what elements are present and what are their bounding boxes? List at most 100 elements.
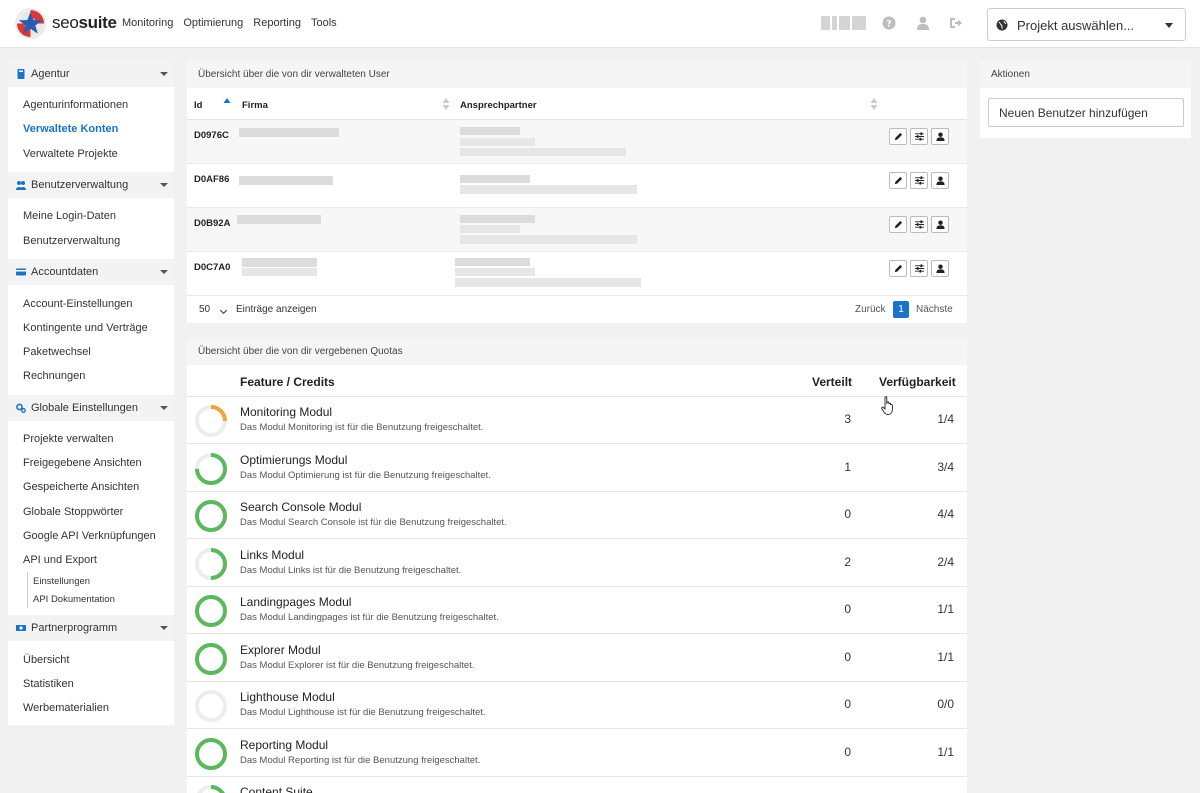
quota-desc: Das Modul Monitoring ist für die Benutzu… [240, 422, 484, 433]
edit-button[interactable] [889, 172, 907, 189]
table-row[interactable]: D0976C [187, 120, 967, 164]
quota-row: Search Console Modul Das Modul Search Con… [187, 492, 967, 539]
quota-row: Explorer Modul Das Modul Explorer ist für… [187, 635, 967, 682]
quota-settings-button[interactable] [910, 216, 928, 233]
actions-panel: Aktionen Neuen Benutzer hinzufügen [980, 61, 1191, 138]
login-as-user-button[interactable] [931, 216, 949, 233]
users-icon [16, 181, 26, 190]
sidebar-subitem-api-dokumentation[interactable]: API Dokumentation [33, 594, 115, 605]
top-bar: seosuite Monitoring Optimierung Reportin… [0, 0, 1200, 48]
sidebar-item-uebersicht[interactable]: Übersicht [23, 654, 69, 666]
nav-optimierung[interactable]: Optimierung [183, 17, 243, 29]
project-select-label: Projekt auswählen... [1017, 18, 1135, 33]
quota-ring [195, 452, 227, 485]
sidebar-section-accountdaten[interactable]: Accountdaten [8, 259, 174, 285]
column-firma[interactable]: Firma [242, 100, 268, 111]
sidebar-item-kontingente[interactable]: Kontingente und Verträge [23, 322, 148, 334]
edit-button[interactable] [889, 216, 907, 233]
edit-button[interactable] [889, 128, 907, 145]
sidebar-item-benutzerverwaltung[interactable]: Benutzerverwaltung [23, 235, 120, 247]
sidebar-item-verwaltete-projekte[interactable]: Verwaltete Projekte [23, 148, 118, 160]
sidebar-item-globale-stoppwoerter[interactable]: Globale Stoppwörter [23, 506, 123, 518]
nav-tools[interactable]: Tools [311, 17, 337, 29]
user-id: D0AF86 [194, 174, 230, 185]
redacted-firma [242, 258, 317, 267]
project-select[interactable]: Projekt auswählen... [987, 8, 1186, 41]
table-row[interactable]: D0AF86 [187, 164, 967, 208]
edit-button[interactable] [889, 260, 907, 277]
sidebar-item-agenturinformationen[interactable]: Agenturinformationen [23, 99, 128, 111]
pagination-current[interactable]: 1 [893, 301, 909, 318]
sidebar-item-gespeicherte-ansichten[interactable]: Gespeicherte Ansichten [23, 481, 139, 493]
sidebar-item-statistiken[interactable]: Statistiken [23, 678, 74, 690]
quota-ring [195, 737, 227, 770]
sidebar-section-agentur[interactable]: Agentur [8, 61, 174, 87]
column-id[interactable]: Id [194, 100, 202, 111]
quota-row: Content Suite [187, 777, 967, 793]
login-as-user-button[interactable] [931, 260, 949, 277]
sidebar-section-globale-einstellungen[interactable]: Globale Einstellungen [8, 395, 174, 421]
redacted-contact [460, 215, 535, 223]
table-row[interactable]: D0C7A0 [187, 252, 967, 296]
nav-monitoring[interactable]: Monitoring [122, 17, 173, 29]
sort-asc-icon[interactable] [223, 97, 231, 111]
sidebar-item-projekte-verwalten[interactable]: Projekte verwalten [23, 433, 114, 445]
column-verteilt: Verteilt [812, 375, 853, 389]
nav-reporting[interactable]: Reporting [253, 17, 301, 29]
quota-desc: Das Modul Landingpages ist für die Benut… [240, 612, 499, 623]
quota-settings-button[interactable] [910, 260, 928, 277]
seosuite-logo-icon[interactable] [15, 8, 46, 39]
sidebar-item-verwaltete-konten[interactable]: Verwaltete Konten [23, 123, 118, 135]
sidebar-section-benutzerverwaltung[interactable]: Benutzerverwaltung [8, 172, 174, 198]
sidebar-item-account-einstellungen[interactable]: Account-Einstellungen [23, 298, 132, 310]
quota-distributed: 0 [844, 744, 851, 759]
table-footer: 50 Einträge anzeigen Zurück 1 Nächste [187, 297, 967, 323]
column-verfuegbarkeit: Verfügbarkeit [879, 375, 956, 389]
sort-icon[interactable] [442, 97, 450, 111]
column-ansprechpartner[interactable]: Ansprechpartner [460, 100, 537, 111]
sidebar-section-partnerprogramm[interactable]: Partnerprogramm [8, 615, 174, 641]
quota-desc: Das Modul Links ist für die Benutzung fr… [240, 564, 462, 576]
user-icon[interactable] [916, 16, 930, 30]
quota-availability: 0/0 [937, 697, 954, 711]
sidebar-item-api-und-export[interactable]: API und Export [23, 554, 97, 566]
chevron-down-icon [160, 183, 168, 187]
quota-availability: 1/4 [937, 412, 954, 426]
quota-distributed: 0 [844, 649, 851, 664]
quota-ring [195, 690, 227, 722]
quota-name: Monitoring Modul [240, 405, 333, 419]
quota-settings-button[interactable] [910, 128, 928, 145]
sort-icon[interactable] [870, 97, 878, 111]
table-row[interactable]: D0B92A [187, 208, 967, 252]
sidebar-subitem-einstellungen[interactable]: Einstellungen [33, 576, 90, 587]
sidebar-item-werbematerialien[interactable]: Werbematerialien [23, 702, 109, 714]
redacted-contact [460, 127, 520, 135]
chevron-down-icon[interactable] [219, 306, 228, 315]
login-as-user-button[interactable] [931, 172, 949, 189]
logout-icon[interactable] [949, 16, 963, 30]
sidebar-item-freigegebene-ansichten[interactable]: Freigegebene Ansichten [23, 457, 142, 469]
sidebar-item-meine-login-daten[interactable]: Meine Login-Daten [23, 210, 116, 222]
users-panel-header: Übersicht über die von dir verwalteten U… [187, 61, 967, 88]
help-icon[interactable]: ? [882, 16, 896, 30]
svg-text:?: ? [886, 20, 891, 30]
pagination-prev[interactable]: Zurück [855, 304, 886, 315]
pagination-next[interactable]: Nächste [916, 304, 953, 315]
quota-availability: 1/1 [937, 649, 954, 664]
quota-row: Monitoring Modul Das Modul Monitoring ist… [187, 397, 967, 444]
quota-row: Lighthouse Modul Das Modul Lighthouse ist… [187, 682, 967, 729]
login-as-user-button[interactable] [931, 128, 949, 145]
sidebar-item-rechnungen[interactable]: Rechnungen [23, 370, 85, 382]
page-length-select[interactable]: 50 [199, 304, 210, 315]
quota-ring [195, 785, 227, 793]
user-id: D0976C [194, 130, 229, 141]
redacted-contact [460, 175, 530, 183]
sidebar-item-paketwechsel[interactable]: Paketwechsel [23, 346, 91, 358]
quota-name: Landingpages Modul [240, 595, 352, 609]
quota-ring [195, 405, 227, 437]
quota-name: Content Suite [240, 785, 313, 793]
sidebar-item-google-api[interactable]: Google API Verknüpfungen [23, 530, 156, 542]
users-panel: Übersicht über die von dir verwalteten U… [187, 61, 967, 323]
quota-settings-button[interactable] [910, 172, 928, 189]
add-user-button[interactable]: Neuen Benutzer hinzufügen [988, 98, 1184, 127]
